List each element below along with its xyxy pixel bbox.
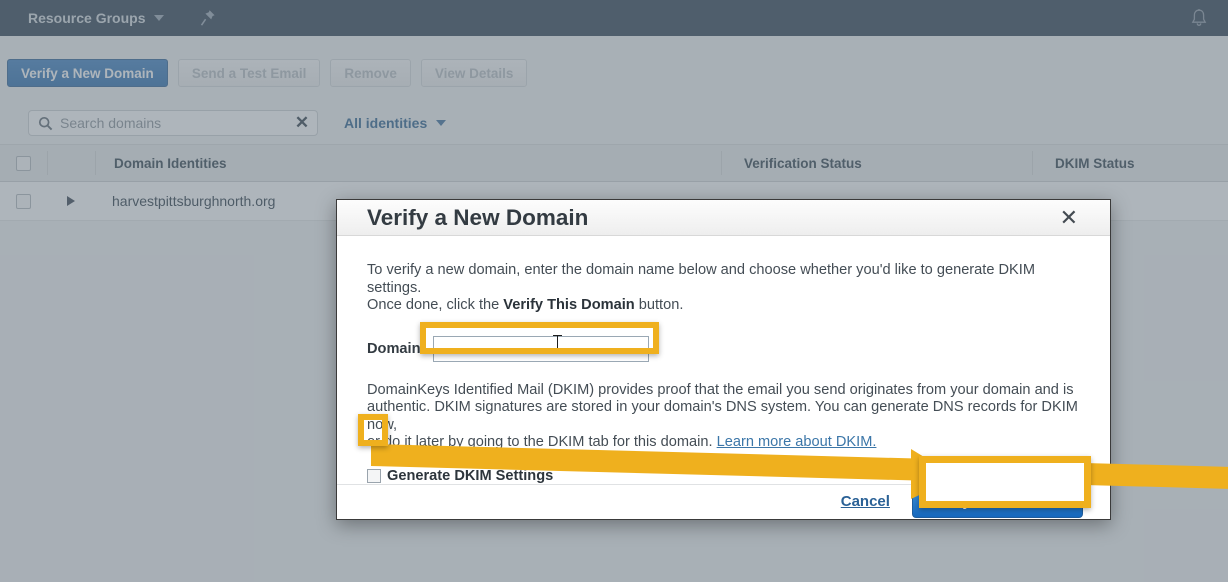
intro-line-2-bold: Verify This Domain — [503, 297, 635, 314]
dialog-title: Verify a New Domain — [367, 204, 589, 230]
intro-line-1: To verify a new domain, enter the domain… — [367, 262, 1035, 296]
generate-dkim-settings-row[interactable]: Generate DKIM Settings — [367, 468, 1080, 484]
dkim-line-1: DomainKeys Identified Mail (DKIM) provid… — [367, 381, 1074, 398]
verify-a-new-domain-dialog: Verify a New Domain ✕ To verify a new do… — [336, 199, 1111, 520]
cancel-button[interactable]: Cancel — [841, 493, 890, 510]
dialog-header: Verify a New Domain ✕ — [337, 200, 1110, 237]
learn-more-about-dkim-link[interactable]: Learn more about DKIM. — [717, 434, 877, 450]
intro-line-2-post: button. — [634, 297, 684, 314]
text-cursor-icon — [553, 334, 563, 354]
button-label: Verify This Domain — [929, 493, 1065, 511]
domain-input[interactable] — [433, 335, 650, 362]
intro-line-2-pre: Once done, click the — [367, 297, 504, 314]
generate-dkim-checkbox[interactable] — [367, 468, 381, 483]
dialog-body: To verify a new domain, enter the domain… — [337, 236, 1110, 484]
verify-this-domain-button[interactable]: Verify This Domain — [911, 485, 1083, 518]
domain-label: Domain: — [367, 340, 426, 357]
dkim-line-3: or do it later by going to the DKIM tab … — [367, 434, 713, 451]
dkim-line-2: authentic. DKIM signatures are stored in… — [367, 399, 1078, 433]
generate-dkim-label: Generate DKIM Settings — [387, 467, 554, 484]
close-icon[interactable]: ✕ — [1052, 203, 1086, 233]
dkim-description-text: DomainKeys Identified Mail (DKIM) provid… — [367, 382, 1080, 452]
dialog-footer: Cancel Verify This Domain — [337, 483, 1110, 519]
dialog-intro-text: To verify a new domain, enter the domain… — [367, 262, 1080, 315]
domain-field-row: Domain: — [367, 334, 1080, 362]
